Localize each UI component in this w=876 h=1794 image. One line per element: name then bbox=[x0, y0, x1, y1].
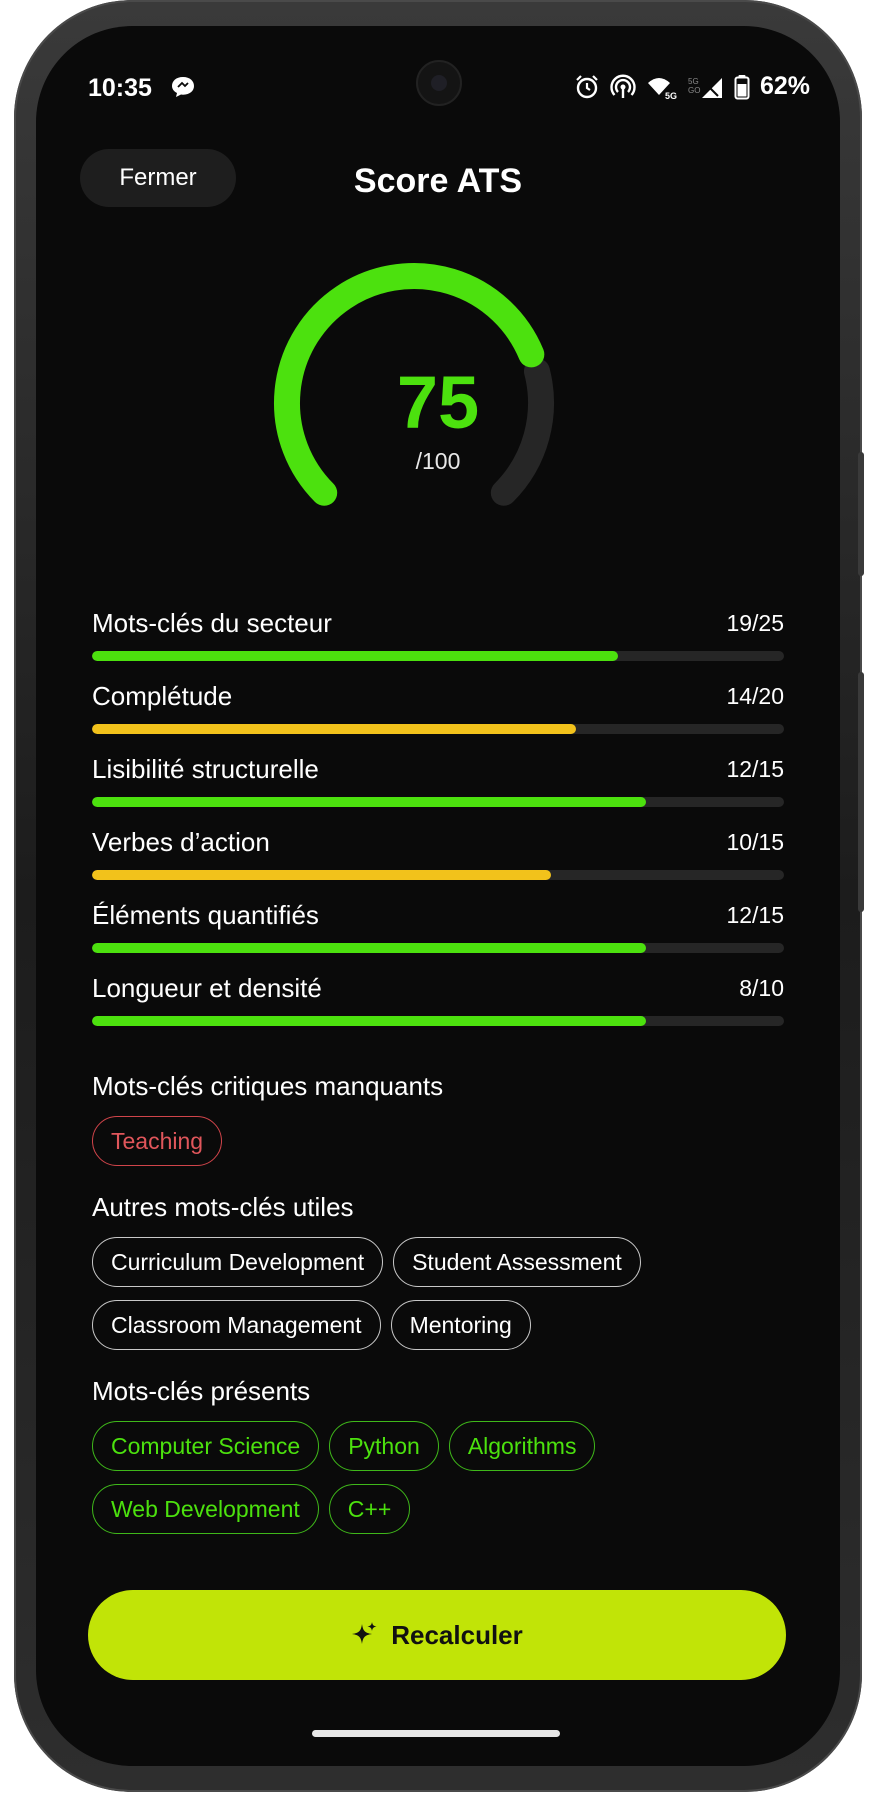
useful-keyword-chip[interactable]: Mentoring bbox=[390, 1300, 531, 1350]
missing-keywords-chips: Teaching bbox=[92, 1116, 792, 1166]
page-title: Score ATS bbox=[353, 162, 523, 200]
signal-icon: 5G GO bbox=[688, 77, 722, 98]
score-value: 75 bbox=[396, 361, 480, 444]
criterion-progress-track bbox=[92, 724, 784, 734]
present-keyword-chip[interactable]: Web Development bbox=[92, 1484, 319, 1534]
criterion-score: 19/25 bbox=[726, 610, 784, 636]
svg-text:5G: 5G bbox=[665, 91, 677, 100]
chat-bubble-icon bbox=[172, 77, 194, 97]
status-time: 10:35 bbox=[88, 74, 152, 102]
present-keyword-chip[interactable]: Algorithms bbox=[448, 1421, 596, 1471]
criterion-row: Complétude 14/20 bbox=[92, 681, 784, 754]
battery-icon bbox=[734, 74, 750, 99]
criterion-score: 8/10 bbox=[739, 975, 784, 1001]
useful-keyword-chip[interactable]: Student Assessment bbox=[393, 1237, 641, 1287]
recalculate-label: Recalculer bbox=[391, 1619, 523, 1650]
criterion-label: Longueur et densité bbox=[92, 973, 322, 1003]
wifi-5g-icon: 5G bbox=[647, 77, 677, 100]
app-screen: 10:35 5G 5G GO 62% Fermer Score ATS 75 /… bbox=[36, 26, 840, 1766]
criterion-label: Lisibilité structurelle bbox=[92, 754, 319, 784]
criterion-score: 12/15 bbox=[726, 756, 784, 782]
front-camera bbox=[416, 60, 462, 106]
criterion-progress-fill bbox=[92, 724, 577, 734]
criterion-label: Complétude bbox=[92, 681, 233, 711]
criterion-score: 10/15 bbox=[726, 829, 784, 855]
criterion-progress-fill bbox=[92, 797, 646, 807]
score-max: /100 bbox=[415, 448, 461, 474]
present-keyword-chip[interactable]: C++ bbox=[328, 1484, 411, 1534]
power-button bbox=[858, 672, 864, 912]
criterion-score: 12/15 bbox=[726, 902, 784, 928]
svg-text:5G: 5G bbox=[688, 77, 699, 86]
criterion-label: Mots-clés du secteur bbox=[92, 608, 332, 638]
present-keyword-chip[interactable]: Computer Science bbox=[92, 1421, 320, 1471]
present-keywords-title: Mots-clés présents bbox=[92, 1376, 311, 1406]
criterion-row: Longueur et densité 8/10 bbox=[92, 973, 784, 1046]
useful-keyword-chip[interactable]: Curriculum Development bbox=[92, 1237, 384, 1287]
svg-text:GO: GO bbox=[688, 86, 700, 95]
home-indicator[interactable] bbox=[312, 1730, 560, 1737]
useful-keyword-chip[interactable]: Classroom Management bbox=[92, 1300, 381, 1350]
criterion-row: Lisibilité structurelle 12/15 bbox=[92, 754, 784, 827]
battery-percentage: 62% bbox=[759, 72, 810, 100]
criterion-progress-fill bbox=[92, 870, 551, 880]
alarm-icon bbox=[576, 74, 598, 98]
criterion-label: Verbes d’action bbox=[92, 827, 270, 857]
missing-keyword-chip[interactable]: Teaching bbox=[92, 1116, 223, 1166]
present-keyword-chip[interactable]: Python bbox=[329, 1421, 439, 1471]
present-keywords-chips: Computer Science Python Algorithms Web Deve… bbox=[92, 1421, 792, 1534]
criterion-score: 14/20 bbox=[726, 683, 784, 709]
criterion-row: Mots-clés du secteur 19/25 bbox=[92, 608, 784, 681]
hotspot-icon bbox=[610, 74, 636, 98]
criterion-progress-track bbox=[92, 651, 784, 661]
criterion-progress-fill bbox=[92, 943, 646, 953]
volume-button bbox=[858, 452, 864, 576]
criterion-progress-track bbox=[92, 797, 784, 807]
criterion-progress-track bbox=[92, 870, 784, 880]
criterion-progress-track bbox=[92, 1016, 784, 1026]
sparkle-icon bbox=[352, 1622, 377, 1644]
useful-keywords-chips: Curriculum Development Student Assessment… bbox=[92, 1237, 792, 1350]
useful-keywords-title: Autres mots-clés utiles bbox=[92, 1192, 354, 1222]
criterion-row: Verbes d’action 10/15 bbox=[92, 827, 784, 900]
criterion-progress-track bbox=[92, 943, 784, 953]
criteria-list: Mots-clés du secteur 19/25 Complétude 14/20… bbox=[92, 608, 784, 1046]
recalculate-button[interactable]: Recalculer bbox=[88, 1590, 786, 1680]
status-icons: 5G 5G GO 62% bbox=[574, 72, 810, 101]
criterion-row: Éléments quantifiés 12/15 bbox=[92, 900, 784, 973]
missing-keywords-title: Mots-clés critiques manquants bbox=[92, 1071, 444, 1101]
criterion-progress-fill bbox=[92, 651, 618, 661]
criterion-progress-fill bbox=[92, 1016, 646, 1026]
criterion-label: Éléments quantifiés bbox=[92, 900, 319, 930]
